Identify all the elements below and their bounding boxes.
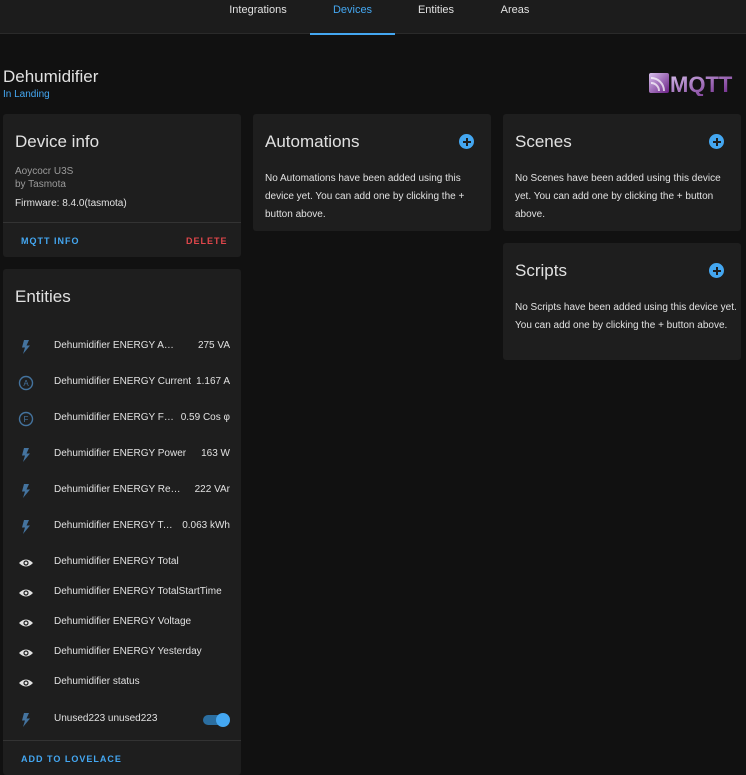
automations-title: Automations	[265, 132, 360, 151]
entity-value: 0.063 kWh	[182, 520, 230, 531]
device-model: Aoycocr U3S	[15, 166, 74, 177]
entity-value: 222 VAr	[194, 484, 230, 495]
tab-bar: Integrations Devices Entities Areas	[0, 0, 746, 35]
power-factor-icon: F	[18, 411, 34, 427]
eye-icon	[19, 559, 33, 567]
entity-name: Dehumidifier ENERGY Total	[54, 556, 179, 567]
tab-areas[interactable]: Areas	[484, 0, 546, 34]
entity-row[interactable]: Dehumidifier ENERGY Yesterday	[3, 638, 241, 668]
tab-entities[interactable]: Entities	[404, 0, 468, 34]
entity-row[interactable]: Dehumidifier ENERGY Total	[3, 548, 241, 578]
scripts-card: Scripts No Scripts have been added using…	[503, 243, 741, 360]
tab-integrations[interactable]: Integrations	[218, 0, 298, 34]
entity-value: 275 VA	[197, 340, 230, 351]
entity-name: Dehumidifier ENERGY TotalStartTime	[54, 586, 222, 597]
mqtt-logo: MQTT	[649, 72, 733, 96]
entities-card: Entities Dehumidifier ENERGY Apparent Po…	[3, 269, 241, 775]
entity-name: Dehumidifier ENERGY Reactive Power	[54, 484, 181, 495]
mqtt-info-button[interactable]: MQTT INFO	[21, 236, 80, 246]
delete-button[interactable]: DELETE	[186, 236, 228, 246]
scenes-title: Scenes	[515, 132, 572, 151]
entity-name: Dehumidifier ENERGY Factor	[54, 412, 176, 423]
entity-name: Unused223 unused223	[54, 713, 158, 724]
current-a-icon: A	[18, 375, 34, 391]
automations-card: Automations No Automations have been add…	[253, 114, 491, 231]
entity-value: 163 W	[201, 448, 230, 459]
flash-icon	[22, 448, 30, 462]
entity-name: Dehumidifier ENERGY Today	[54, 520, 178, 531]
page-title: Dehumidifier	[3, 67, 99, 86]
flash-icon	[22, 484, 30, 498]
device-manufacturer: by Tasmota	[15, 179, 66, 190]
entity-value: 0.59 Cos φ	[180, 412, 230, 423]
entity-row[interactable]: Dehumidifier ENERGY Voltage	[3, 608, 241, 638]
entity-row[interactable]: A Dehumidifier ENERGY Current 1.167 A	[3, 368, 241, 398]
eye-icon	[19, 589, 33, 597]
entity-row[interactable]: Dehumidifier status	[3, 668, 241, 698]
add-scene-icon[interactable]	[709, 134, 724, 149]
divider	[3, 740, 241, 741]
eye-icon	[19, 679, 33, 687]
scripts-title: Scripts	[515, 261, 567, 280]
entity-row[interactable]: Dehumidifier ENERGY Reactive Power 222 V…	[3, 476, 241, 506]
automations-empty-text: No Automations have been added using thi…	[265, 173, 465, 220]
entity-name: Dehumidifier status	[54, 676, 140, 687]
toggle-thumb	[216, 713, 230, 727]
add-automation-icon[interactable]	[459, 134, 474, 149]
entity-row[interactable]: Dehumidifier ENERGY Today 0.063 kWh	[3, 512, 241, 542]
entity-row[interactable]: Unused223 unused223	[3, 705, 241, 735]
entity-name: Dehumidifier ENERGY Yesterday	[54, 646, 202, 657]
entity-row[interactable]: Dehumidifier ENERGY Apparent Power 275 V…	[3, 332, 241, 362]
entity-name: Dehumidifier ENERGY Current	[54, 376, 192, 387]
divider	[3, 222, 241, 223]
entity-value: 1.167 A	[196, 376, 230, 387]
add-to-lovelace-button[interactable]: ADD TO LOVELACE	[21, 754, 122, 764]
flash-icon	[22, 713, 30, 727]
svg-text:MQTT: MQTT	[670, 72, 733, 96]
tab-devices[interactable]: Devices	[310, 0, 395, 35]
entity-toggle[interactable]	[203, 713, 231, 727]
area-link[interactable]: In Landing	[3, 89, 50, 100]
entity-row[interactable]: Dehumidifier ENERGY TotalStartTime	[3, 578, 241, 608]
svg-text:A: A	[23, 379, 29, 388]
flash-icon	[22, 520, 30, 534]
entity-name: Dehumidifier ENERGY Voltage	[54, 616, 192, 627]
device-info-card: Device info Aoycocr U3S by Tasmota Firmw…	[3, 114, 241, 257]
svg-text:F: F	[24, 415, 29, 424]
entity-name: Dehumidifier ENERGY Apparent Power	[54, 340, 174, 351]
device-info-title: Device info	[15, 132, 100, 151]
flash-icon	[22, 340, 30, 354]
eye-icon	[19, 649, 33, 657]
add-script-icon[interactable]	[709, 263, 724, 278]
eye-icon	[19, 619, 33, 627]
entity-row[interactable]: F Dehumidifier ENERGY Factor 0.59 Cos φ	[3, 404, 241, 434]
scenes-card: Scenes No Scenes have been added using t…	[503, 114, 741, 231]
device-firmware: Firmware: 8.4.0(tasmota)	[15, 198, 127, 209]
scenes-empty-text: No Scenes have been added using this dev…	[515, 173, 721, 220]
scripts-empty-text: No Scripts have been added using this de…	[515, 302, 737, 331]
entity-row[interactable]: Dehumidifier ENERGY Power 163 W	[3, 440, 241, 470]
entity-name: Dehumidifier ENERGY Power	[54, 448, 187, 459]
entities-title: Entities	[15, 287, 71, 306]
